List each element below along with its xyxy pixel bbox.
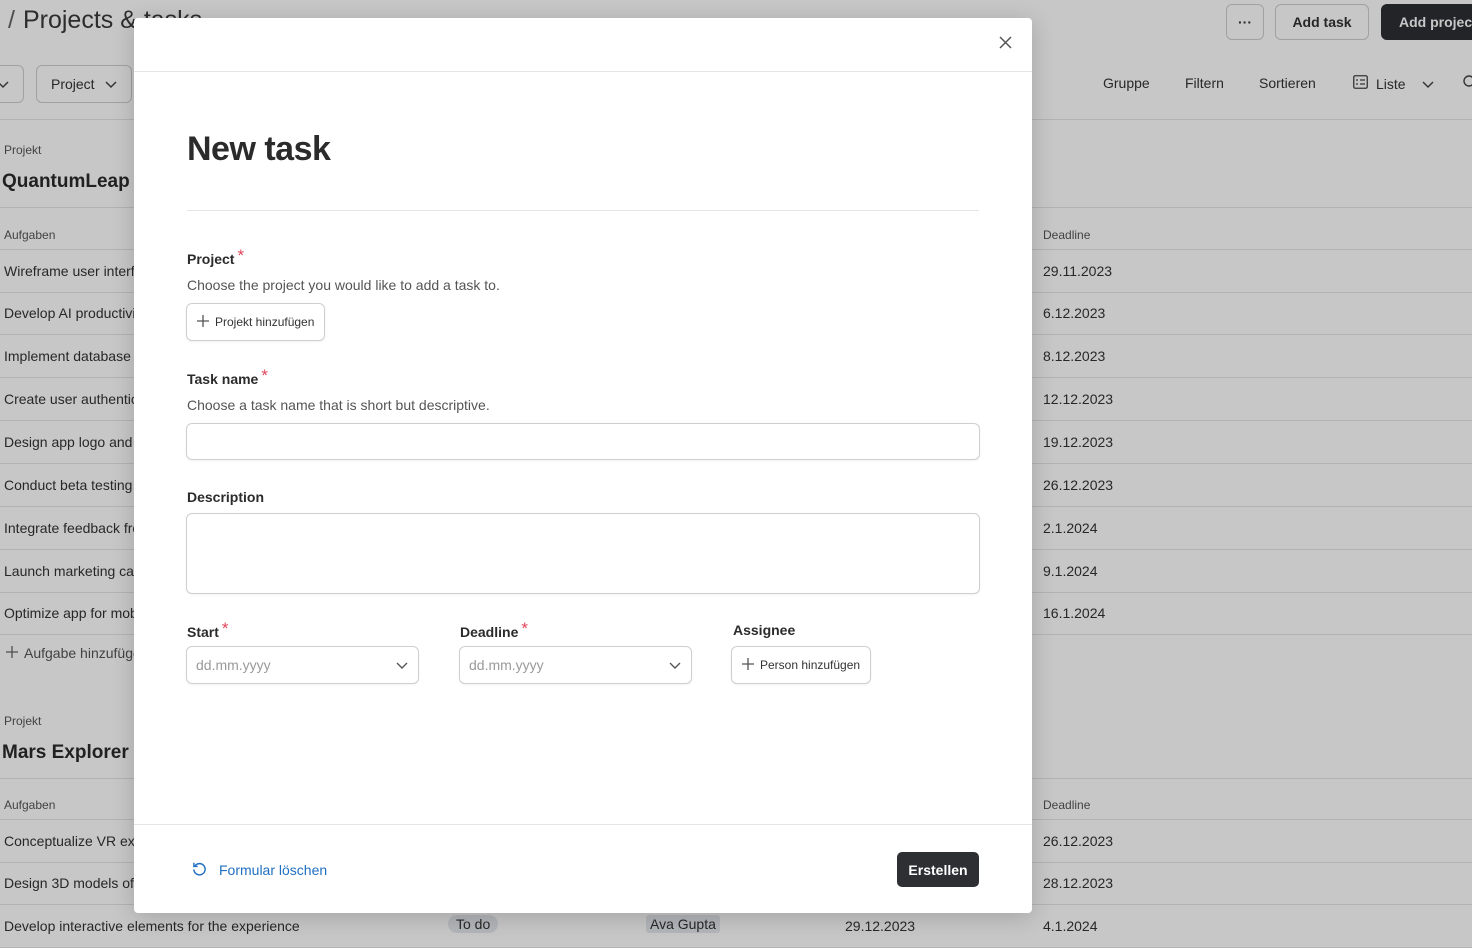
start-label-text: Start bbox=[187, 624, 219, 640]
add-project-chip-button[interactable]: Projekt hinzufügen bbox=[186, 303, 326, 341]
chevron-down-icon bbox=[669, 657, 681, 673]
reset-form-link[interactable]: Formular löschen bbox=[192, 861, 327, 879]
add-person-button[interactable]: Person hinzufügen bbox=[731, 646, 872, 684]
deadline-label-text: Deadline bbox=[460, 624, 519, 640]
project-hint: Choose the project you would like to add… bbox=[187, 277, 500, 293]
taskname-hint: Choose a task name that is short but des… bbox=[187, 397, 490, 413]
new-task-dialog: New task Project * Choose the project you… bbox=[134, 18, 1032, 913]
description-textarea[interactable] bbox=[186, 513, 980, 594]
assignee-field-label: Assignee bbox=[733, 622, 795, 638]
required-mark: * bbox=[261, 366, 268, 385]
taskname-field-label: Task name * bbox=[187, 366, 268, 389]
chevron-down-icon bbox=[396, 657, 408, 673]
required-mark: * bbox=[237, 246, 245, 265]
description-field-label: Description bbox=[187, 489, 264, 505]
plus-icon bbox=[742, 657, 754, 673]
project-field-label: Project * bbox=[187, 246, 245, 269]
create-button[interactable]: Erstellen bbox=[897, 852, 979, 887]
reset-form-label: Formular löschen bbox=[219, 862, 328, 878]
start-date-placeholder: dd.mm.yyyy bbox=[196, 657, 271, 673]
deadline-date-placeholder: dd.mm.yyyy bbox=[469, 657, 544, 673]
add-person-label: Person hinzufügen bbox=[760, 658, 861, 672]
reset-icon bbox=[192, 861, 207, 879]
start-field-label: Start * bbox=[187, 619, 229, 642]
task-name-input[interactable] bbox=[186, 423, 980, 460]
project-label-text: Project bbox=[187, 251, 235, 267]
plus-icon bbox=[197, 314, 209, 330]
start-date-picker[interactable]: dd.mm.yyyy bbox=[186, 646, 419, 684]
dialog-header bbox=[134, 18, 1032, 72]
add-project-chip-label: Projekt hinzufügen bbox=[215, 315, 315, 329]
assignee-label-text: Assignee bbox=[733, 622, 796, 638]
required-mark: * bbox=[221, 619, 229, 638]
required-mark: * bbox=[521, 619, 528, 638]
description-label-text: Description bbox=[187, 489, 265, 505]
close-icon bbox=[998, 36, 1012, 54]
dialog-title: New task bbox=[187, 130, 331, 168]
footer-divider bbox=[134, 824, 1032, 825]
taskname-label-text: Task name bbox=[187, 371, 259, 387]
title-divider bbox=[187, 210, 979, 211]
deadline-field-label: Deadline * bbox=[460, 619, 528, 642]
deadline-date-picker[interactable]: dd.mm.yyyy bbox=[459, 646, 692, 684]
close-button[interactable] bbox=[994, 34, 1016, 56]
